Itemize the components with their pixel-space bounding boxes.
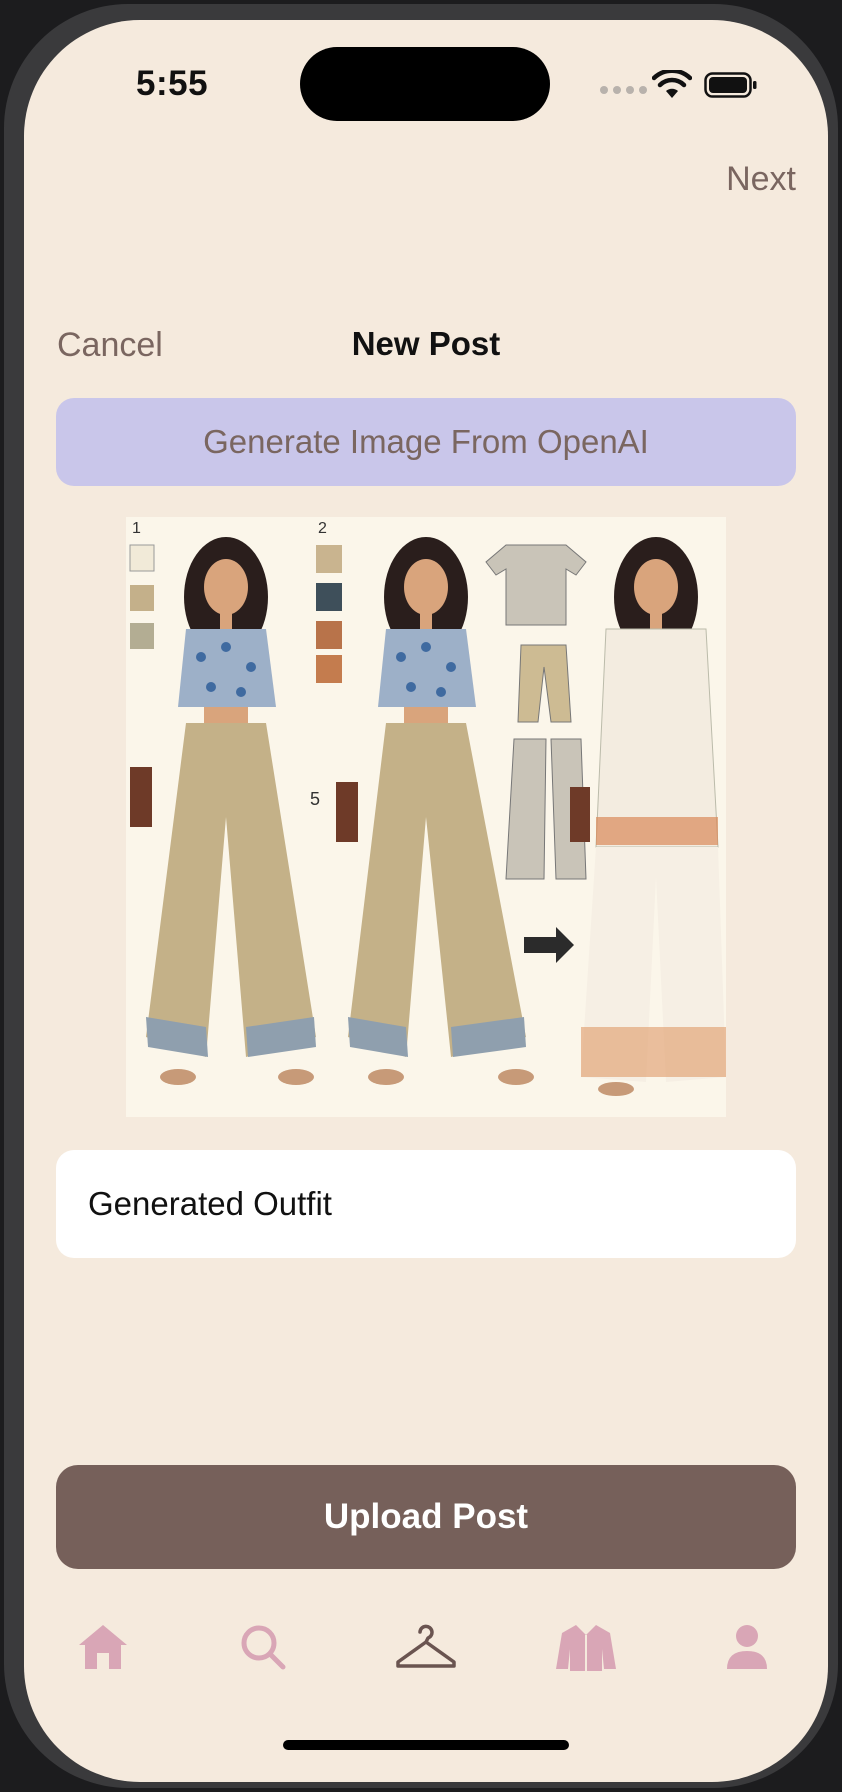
- tab-bar: [24, 1612, 828, 1702]
- caption-input[interactable]: Generated Outfit: [56, 1150, 796, 1258]
- hanger-icon: [396, 1624, 456, 1668]
- generate-image-button[interactable]: Generate Image From OpenAI: [56, 398, 796, 486]
- tab-home[interactable]: [68, 1612, 138, 1682]
- tab-hanger[interactable]: [391, 1612, 461, 1682]
- tab-search[interactable]: [228, 1612, 298, 1682]
- home-indicator[interactable]: [283, 1740, 569, 1750]
- jacket-icon: [556, 1625, 616, 1671]
- outfit-illustration: 1 2 5: [126, 517, 726, 1117]
- cellular-signal-icon: [600, 86, 647, 94]
- generate-image-label: Generate Image From OpenAI: [203, 423, 649, 460]
- tab-profile[interactable]: [712, 1612, 782, 1682]
- panel-number-5: 5: [310, 789, 320, 809]
- upload-post-button[interactable]: Upload Post: [56, 1465, 796, 1569]
- upload-post-label: Upload Post: [323, 1497, 529, 1536]
- generated-outfit-image: 1 2 5: [126, 517, 726, 1117]
- status-time: 5:55: [136, 64, 209, 103]
- caption-value: Generated Outfit: [88, 1185, 332, 1222]
- panel-number-2: 2: [318, 520, 327, 537]
- battery-icon: [704, 72, 757, 98]
- search-icon: [241, 1625, 286, 1670]
- house-icon: [79, 1625, 127, 1669]
- panel-number-1: 1: [132, 520, 141, 537]
- person-icon: [727, 1625, 767, 1669]
- dynamic-island: [300, 47, 550, 121]
- app-screen: 5:55 Next Cancel New Post Generate Image…: [24, 20, 828, 1782]
- next-button[interactable]: Next: [726, 160, 796, 199]
- tab-wardrobe[interactable]: [551, 1612, 621, 1682]
- wifi-icon: [652, 70, 692, 98]
- page-title: New Post: [351, 325, 501, 362]
